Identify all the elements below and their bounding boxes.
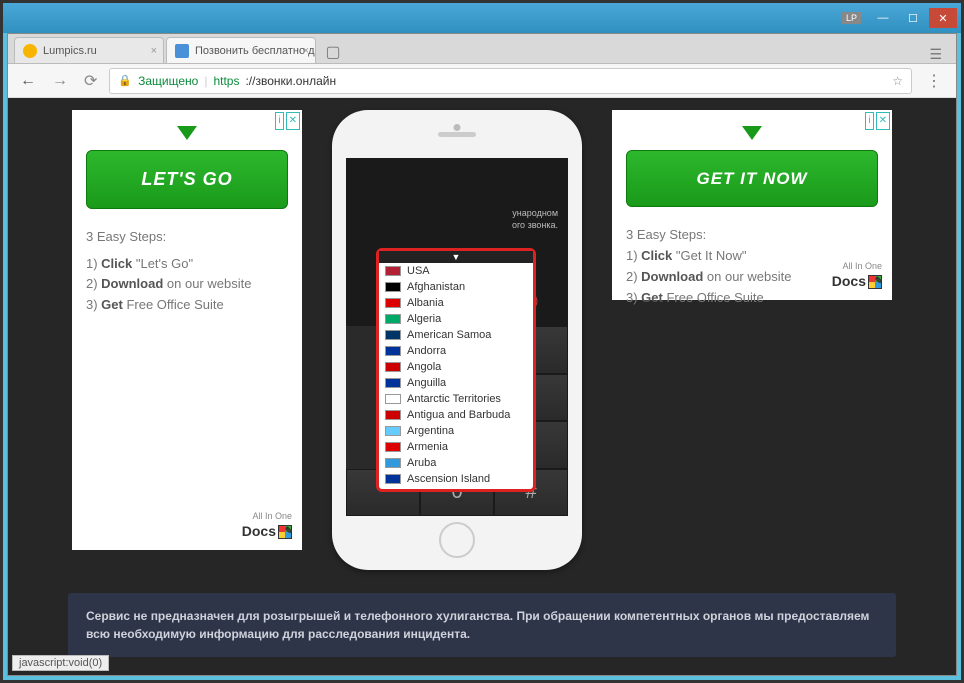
- country-option[interactable]: Armenia: [379, 439, 533, 455]
- lets-go-button[interactable]: LET'S GO: [86, 150, 288, 209]
- screen-hint: ународномого звонка.: [512, 208, 558, 231]
- secure-label: Защищено: [138, 74, 198, 88]
- ad-info-icon[interactable]: i: [865, 112, 873, 130]
- flag-icon: [385, 330, 401, 340]
- country-option[interactable]: Andorra: [379, 343, 533, 359]
- country-option[interactable]: USA: [379, 263, 533, 279]
- flag-icon: [385, 282, 401, 292]
- maximize-button[interactable]: ☐: [899, 8, 927, 28]
- country-option[interactable]: Antigua and Barbuda: [379, 407, 533, 423]
- country-option[interactable]: Ascension Island: [379, 471, 533, 487]
- flag-icon: [385, 298, 401, 308]
- country-name: Armenia: [407, 441, 448, 453]
- user-icon[interactable]: ☰: [921, 46, 950, 63]
- country-option[interactable]: Anguilla: [379, 375, 533, 391]
- flag-icon: [385, 426, 401, 436]
- country-option[interactable]: Albania: [379, 295, 533, 311]
- country-name: Andorra: [407, 345, 446, 357]
- tab-calls[interactable]: Позвонить бесплатно д ×: [166, 37, 316, 63]
- flag-icon: [385, 394, 401, 404]
- forward-button[interactable]: →: [48, 72, 72, 90]
- flag-icon: [385, 266, 401, 276]
- country-name: Algeria: [407, 313, 441, 325]
- browser-window: Lumpics.ru × Позвонить бесплатно д × ▢ ☰…: [7, 33, 957, 676]
- favicon-icon: [23, 44, 37, 58]
- minimize-button[interactable]: —: [869, 8, 897, 28]
- dropdown-arrow-icon[interactable]: ▼: [379, 251, 533, 263]
- flag-icon: [385, 362, 401, 372]
- flag-icon: [385, 346, 401, 356]
- window-titlebar: LP — ☐ ✕: [3, 3, 961, 33]
- tab-title: Lumpics.ru: [43, 45, 97, 57]
- country-name: Albania: [407, 297, 444, 309]
- tab-lumpics[interactable]: Lumpics.ru ×: [14, 37, 164, 63]
- home-button[interactable]: [439, 522, 475, 558]
- country-option[interactable]: Afghanistan: [379, 279, 533, 295]
- country-option[interactable]: Argentina: [379, 423, 533, 439]
- country-name: Angola: [407, 361, 441, 373]
- country-name: Antigua and Barbuda: [407, 409, 510, 421]
- ad-close-icon[interactable]: ✕: [876, 112, 890, 130]
- ad-step: 3) Get Free Office Suite: [86, 295, 288, 316]
- country-name: Antarctic Territories: [407, 393, 501, 405]
- country-option[interactable]: American Samoa: [379, 327, 533, 343]
- tab-close-icon[interactable]: ×: [151, 45, 157, 57]
- new-tab-button[interactable]: ▢: [322, 41, 344, 63]
- get-it-now-button[interactable]: GET IT NOW: [626, 150, 878, 207]
- ad-step: 2) Download on our website: [86, 274, 288, 295]
- country-name: USA: [407, 265, 430, 277]
- flag-icon: [385, 442, 401, 452]
- ad-right[interactable]: i✕ GET IT NOW 3 Easy Steps: 1) Click "Ge…: [612, 110, 892, 300]
- country-dropdown[interactable]: ▼ USA Afghanistan Albania Algeria American S…: [376, 248, 536, 492]
- tab-close-icon[interactable]: ×: [303, 45, 309, 57]
- country-list[interactable]: USA Afghanistan Albania Algeria American Sam…: [379, 263, 533, 487]
- phone-speaker-icon: [438, 132, 476, 137]
- country-name: Argentina: [407, 425, 454, 437]
- ad-steps-intro: 3 Easy Steps:: [86, 227, 288, 248]
- lock-icon: 🔒: [118, 74, 132, 87]
- country-option[interactable]: Algeria: [379, 311, 533, 327]
- browser-menu-button[interactable]: ⋮: [920, 71, 948, 91]
- tab-strip: Lumpics.ru × Позвонить бесплатно д × ▢ ☰: [8, 34, 956, 64]
- ad-close-icon[interactable]: ✕: [286, 112, 300, 130]
- bookmark-icon[interactable]: ☆: [892, 74, 903, 88]
- ad-steps-intro: 3 Easy Steps:: [626, 225, 878, 246]
- address-bar: ← → ⟳ 🔒 Защищено | https://звонки.онлайн…: [8, 64, 956, 98]
- docs-logo: All In OneDocs✎: [242, 514, 292, 542]
- url-protocol: https: [213, 74, 239, 88]
- ad-info-icon[interactable]: i: [275, 112, 283, 130]
- page-viewport: i✕ LET'S GO 3 Easy Steps: 1) Click "Let'…: [8, 98, 956, 675]
- url-input[interactable]: 🔒 Защищено | https://звонки.онлайн ☆: [109, 68, 912, 94]
- country-option[interactable]: Aruba: [379, 455, 533, 471]
- country-option[interactable]: Antarctic Territories: [379, 391, 533, 407]
- country-name: Ascension Island: [407, 473, 490, 485]
- flag-icon: [385, 458, 401, 468]
- country-name: American Samoa: [407, 329, 491, 341]
- flag-icon: [385, 410, 401, 420]
- flag-icon: [385, 474, 401, 484]
- country-option[interactable]: Angola: [379, 359, 533, 375]
- service-notice: Сервис не предназначен для розыгрышей и …: [68, 593, 896, 657]
- favicon-icon: [175, 44, 189, 58]
- country-name: Anguilla: [407, 377, 446, 389]
- back-button[interactable]: ←: [16, 72, 40, 90]
- lp-badge: LP: [842, 12, 861, 24]
- url-domain: ://звонки.онлайн: [245, 74, 336, 88]
- status-bar: javascript:void(0): [12, 655, 109, 671]
- country-name: Afghanistan: [407, 281, 465, 293]
- reload-button[interactable]: ⟳: [80, 71, 101, 91]
- flag-icon: [385, 314, 401, 324]
- country-name: Aruba: [407, 457, 436, 469]
- docs-logo: All In OneDocs✎: [832, 264, 882, 292]
- arrow-down-icon: [742, 126, 762, 140]
- arrow-down-icon: [177, 126, 197, 140]
- close-button[interactable]: ✕: [929, 8, 957, 28]
- ad-step: 1) Click "Let's Go": [86, 254, 288, 275]
- tab-title: Позвонить бесплатно д: [195, 45, 315, 57]
- phone-camera-icon: [454, 124, 461, 131]
- ad-left[interactable]: i✕ LET'S GO 3 Easy Steps: 1) Click "Let'…: [72, 110, 302, 550]
- flag-icon: [385, 378, 401, 388]
